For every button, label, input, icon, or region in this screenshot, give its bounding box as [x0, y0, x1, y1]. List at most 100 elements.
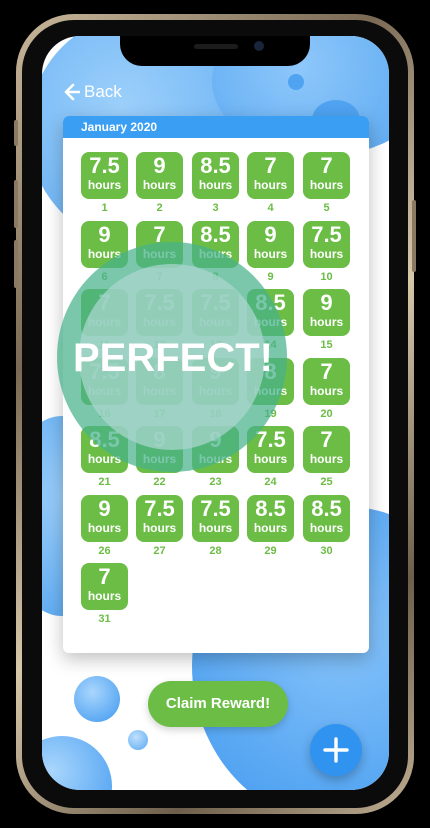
- day-hours-tile[interactable]: 8.5hours: [247, 494, 294, 542]
- calendar-day[interactable]: 9 hours 15: [303, 289, 350, 351]
- hours-value: 7.5: [200, 495, 231, 521]
- calendar-day[interactable]: 7 hours 20: [303, 357, 350, 420]
- speaker-grille: [194, 44, 238, 49]
- hours-unit: hours: [309, 383, 344, 398]
- hours-unit: hours: [253, 520, 288, 535]
- hours-unit: hours: [253, 178, 288, 192]
- hours-value: 8.5: [255, 495, 286, 521]
- day-number: 15: [320, 339, 333, 351]
- hours-value: 7.5: [311, 221, 342, 247]
- hours-unit: hours: [309, 452, 344, 466]
- day-number: 25: [320, 476, 333, 488]
- hours-unit: hours: [198, 178, 233, 192]
- day-hours-tile[interactable]: 7hours: [247, 152, 294, 199]
- hours-unit: hours: [253, 452, 288, 466]
- calendar-day[interactable]: 7.5 hours 1: [81, 152, 128, 214]
- perfect-message: PERFECT!: [73, 336, 273, 380]
- hours-unit: hours: [142, 520, 177, 535]
- day-hours-tile[interactable]: 7.5hours: [136, 494, 183, 542]
- hours-value: 8.5: [311, 495, 342, 521]
- hours-value: 9: [320, 290, 333, 315]
- calendar-day[interactable]: 8.5 hours 3: [192, 152, 239, 214]
- hours-unit: hours: [309, 520, 344, 535]
- calendar-day[interactable]: 7.5 hours 28: [192, 494, 239, 557]
- front-camera: [254, 41, 264, 51]
- day-number: 29: [264, 544, 277, 557]
- calendar-day[interactable]: 8.5 hours 30: [303, 494, 350, 557]
- hours-unit: hours: [198, 520, 233, 535]
- calendar-day[interactable]: 7.5 hours 27: [136, 494, 183, 557]
- day-number: 4: [267, 202, 274, 214]
- hours-value: 7.5: [89, 153, 120, 178]
- background-blob: [74, 676, 120, 722]
- claim-reward-button[interactable]: Claim Reward!: [148, 681, 288, 727]
- month-header: January 2020: [63, 116, 369, 138]
- day-number: 22: [153, 476, 166, 488]
- hours-value: 9: [264, 221, 277, 247]
- calendar-day[interactable]: 7 hours 25: [303, 426, 350, 488]
- add-button[interactable]: [310, 724, 362, 776]
- background-blob: [128, 730, 148, 750]
- day-hours-tile[interactable]: 7hours: [303, 357, 350, 405]
- side-button: [14, 180, 18, 228]
- calendar-day[interactable]: 7 hours 4: [247, 152, 294, 214]
- calendar-day[interactable]: 9 hours 9: [247, 220, 294, 283]
- hours-unit: hours: [309, 315, 344, 329]
- day-hours-tile[interactable]: 7.5hours: [192, 494, 239, 542]
- hours-value: 9: [153, 153, 166, 178]
- hours-unit: hours: [309, 178, 344, 192]
- day-number: 27: [153, 544, 166, 557]
- background-blob: [42, 736, 112, 790]
- hours-value: 8.5: [200, 221, 231, 247]
- hours-unit: hours: [87, 589, 122, 603]
- back-label: Back: [84, 82, 122, 101]
- calendar-day[interactable]: 7.5 hours 10: [303, 220, 350, 283]
- day-number: 28: [209, 544, 222, 557]
- arrow-left-icon: [64, 83, 80, 101]
- phone-notch: [120, 36, 310, 66]
- day-hours-tile[interactable]: 9hours: [247, 220, 294, 268]
- hours-value: 7.5: [144, 495, 175, 521]
- day-number: 26: [98, 544, 111, 557]
- side-button: [14, 120, 18, 146]
- day-hours-tile[interactable]: 7.5hours: [81, 152, 128, 199]
- hours-unit: hours: [309, 246, 344, 261]
- day-hours-tile[interactable]: 9hours: [136, 152, 183, 199]
- day-hours-tile[interactable]: 7.5hours: [303, 220, 350, 268]
- day-hours-tile[interactable]: 7hours: [303, 426, 350, 473]
- day-number: 31: [98, 613, 111, 625]
- day-hours-tile[interactable]: 8.5hours: [303, 494, 350, 542]
- day-hours-tile[interactable]: 7hours: [303, 152, 350, 199]
- hours-unit: hours: [253, 246, 288, 261]
- hours-value: 8.5: [200, 153, 231, 178]
- day-hours-tile[interactable]: 7hours: [81, 563, 128, 610]
- day-hours-tile[interactable]: 8.5hours: [192, 152, 239, 199]
- day-hours-tile[interactable]: 9hours: [303, 289, 350, 336]
- day-number: 2: [156, 202, 163, 214]
- calendar-day[interactable]: 7 hours 5: [303, 152, 350, 214]
- side-button: [14, 240, 18, 288]
- day-number: 30: [320, 544, 333, 557]
- hours-value: 9: [98, 495, 111, 521]
- day-number: 10: [320, 270, 333, 283]
- day-number: 1: [101, 202, 108, 214]
- day-number: 5: [323, 202, 330, 214]
- hours-value: 9: [98, 221, 111, 247]
- day-number: 20: [320, 407, 333, 420]
- calendar-day[interactable]: 9 hours 26: [81, 494, 128, 557]
- calendar-day[interactable]: 8.5 hours 29: [247, 494, 294, 557]
- hours-value: 7: [320, 153, 333, 178]
- day-hours-tile[interactable]: 9hours: [81, 494, 128, 542]
- hours-unit: hours: [87, 178, 122, 192]
- day-number: 3: [212, 202, 219, 214]
- day-number: 24: [264, 476, 277, 488]
- side-button: [412, 200, 416, 272]
- hours-unit: hours: [87, 520, 122, 535]
- calendar-day[interactable]: 9 hours 2: [136, 152, 183, 214]
- background-blob: [288, 74, 304, 90]
- hours-value: 7: [320, 358, 333, 384]
- hours-unit: hours: [142, 178, 177, 192]
- back-button[interactable]: Back: [64, 82, 122, 102]
- hours-value: 7: [98, 564, 111, 589]
- calendar-day[interactable]: 7 hours 31: [81, 563, 128, 625]
